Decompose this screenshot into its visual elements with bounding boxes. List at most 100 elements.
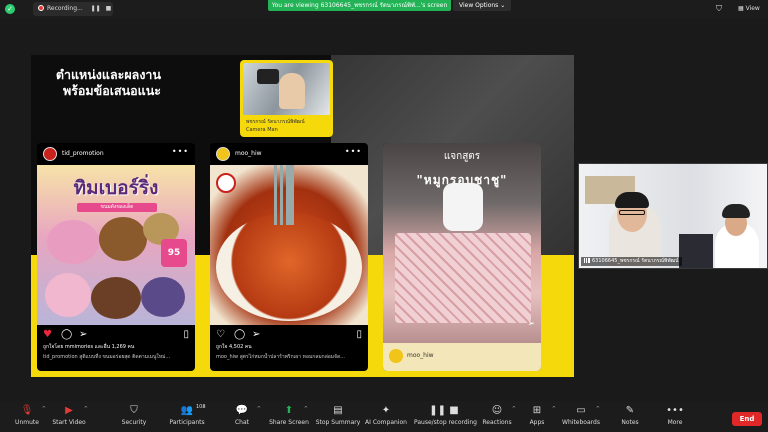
profile-person <box>279 73 305 109</box>
end-meeting-button[interactable]: End <box>732 412 762 426</box>
bookmark-icon: ▯ <box>183 329 189 340</box>
caret-up-icon[interactable]: ^ <box>596 406 600 412</box>
more-button[interactable]: ••• More <box>648 404 702 428</box>
participant-hair <box>722 204 750 218</box>
purple-bun <box>141 277 185 317</box>
encryption-shield-icon[interactable]: ✓ <box>5 4 15 14</box>
share-screen-button[interactable]: ⬆ Share Screen ^ <box>262 404 316 428</box>
toolbar-label: Start Video <box>52 419 86 426</box>
chat-button[interactable]: 💬 Chat ^ <box>215 404 269 428</box>
fork-icon <box>274 165 294 225</box>
post-headline: ทิมเบอร์ริ่ง <box>73 177 159 199</box>
camera-icon <box>257 69 279 84</box>
meeting-toolbar: 🎙 Unmute ^ ▶ Start Video ^ ⛉ Security 👥 … <box>0 401 768 432</box>
recording-label: Recording... <box>47 5 83 12</box>
post-caption: moo_hiw สูตรไก่หมกน้ำปลาร้าพริกเผา หอมกล… <box>216 354 345 360</box>
security-button[interactable]: ⛉ Security <box>107 404 161 428</box>
pork-belly <box>395 233 531 323</box>
pause-recording-icon: ❚❚ ■ <box>429 405 459 416</box>
toolbar-label: Participants <box>169 419 205 426</box>
whiteboards-button[interactable]: ▭ Whiteboards ^ <box>554 404 608 428</box>
signal-bars-icon <box>584 258 590 263</box>
pause-stop-recording-button[interactable]: ❚❚ ■ Pause/stop recording <box>414 404 477 428</box>
caret-up-icon[interactable]: ^ <box>257 406 261 412</box>
stop-summary-button[interactable]: ▤ Stop Summary <box>311 404 365 428</box>
post-username: tid_promotion <box>62 150 104 157</box>
post-image: ทิมเบอร์ริ่ง ขนมดังของเด็ด 95 <box>37 165 195 325</box>
instagram-post-2: moo_hiw ••• ♡ ◯ ➢ ▯ ถูกใจ 4,502 คน moo_h… <box>210 143 368 371</box>
view-options-label: View Options <box>459 2 499 9</box>
post-subheadline: ขนมดังของเด็ด <box>77 203 157 212</box>
top-bar: ✓ Recording... ❚❚ ■ You are viewing 6310… <box>0 0 768 18</box>
toolbar-label: Whiteboards <box>562 419 600 426</box>
pink-bun <box>45 273 91 317</box>
ai-companion-button[interactable]: ✦ AI Companion <box>359 404 413 428</box>
view-options-button[interactable]: View Options ⌄ <box>453 0 511 11</box>
chocolate-bun <box>91 277 141 319</box>
avatar <box>389 349 403 363</box>
caret-up-icon[interactable]: ^ <box>304 406 308 412</box>
post-username: moo_hiw <box>235 150 262 157</box>
participants-button[interactable]: 👥 108 Participants ^ <box>160 404 214 428</box>
participant-hair <box>615 192 649 208</box>
participant-name-label: 63106645_พชรกรณ์ รัตนาภรณ์พิพัฒน์ <box>581 257 682 266</box>
pause-recording-icon[interactable]: ❚❚ <box>91 5 101 12</box>
chevron-down-icon: ⌄ <box>500 2 506 9</box>
post-likes: ถูกใจโดย mmimories และอื่น 1,269 คน <box>43 344 135 350</box>
reel-image: แจกสูตร "หมูกรอบชาชู" ➢ <box>383 143 541 343</box>
send-icon: ➢ <box>79 329 88 340</box>
comment-icon: ◯ <box>234 329 246 340</box>
reel-user-row: moo_hiw <box>383 343 541 371</box>
view-button[interactable]: ▦ View <box>738 3 760 15</box>
profile-name: พชรกรณ์ รัตนาภรณ์พิพัฒน์ <box>246 119 305 125</box>
croissant <box>99 217 147 261</box>
instagram-reel-3: แจกสูตร "หมูกรอบชาชู" ➢ moo_hiw <box>383 143 541 371</box>
recording-indicator: Recording... ❚❚ ■ <box>33 2 113 16</box>
toolbar-label: More <box>667 419 683 426</box>
price-tag: 95 <box>161 239 187 267</box>
heart-outline-icon: ♡ <box>216 329 225 340</box>
heart-icon: ♥ <box>43 329 52 340</box>
toolbar-label: Share Screen <box>269 419 309 426</box>
toolbar-label: Chat <box>234 419 250 426</box>
participant-shield-icon[interactable]: ⛉ <box>716 4 726 14</box>
comment-icon: ◯ <box>61 329 73 340</box>
view-label: View <box>745 5 760 12</box>
zoom-meeting-window: ✓ Recording... ❚❚ ■ You are viewing 6310… <box>0 0 768 432</box>
shield-icon: ⛉ <box>130 405 138 416</box>
instagram-post-1: tid_promotion ••• ทิมเบอร์ริ่ง ขนมดังของ… <box>37 143 195 371</box>
post-actions: ♥ ◯ ➢ ▯ <box>43 329 189 341</box>
food-bowl <box>216 213 362 321</box>
grid-view-icon: ▦ <box>738 5 744 12</box>
post-likes: ถูกใจ 4,502 คน <box>216 344 252 350</box>
start-video-button[interactable]: ▶ Start Video ^ <box>42 404 96 428</box>
send-icon: ➢ <box>527 319 535 329</box>
avatar <box>216 147 230 161</box>
profile-photo <box>243 63 330 115</box>
participant-video-tile[interactable]: 63106645_พชรกรณ์ รัตนาภรณ์พิพัฒน์ <box>578 163 768 269</box>
post-header: tid_promotion ••• <box>37 143 195 165</box>
toolbar-label: Pause/stop recording <box>414 419 477 426</box>
reel-username: moo_hiw <box>407 352 434 359</box>
pink-bun <box>47 220 99 264</box>
slide-title: ตำแหน่งและผลงาน พร้อมข้อเสนอแนะ <box>55 67 161 98</box>
caret-up-icon[interactable]: ^ <box>84 406 88 412</box>
ai-sparkle-icon: ✦ <box>381 405 391 416</box>
chair <box>679 234 713 268</box>
more-icon: ••• <box>666 405 684 416</box>
post-image <box>210 165 368 325</box>
post-actions: ♡ ◯ ➢ ▯ <box>216 329 362 341</box>
profile-card: พชรกรณ์ รัตนาภรณ์พิพัฒน์ Camera Man <box>240 60 333 137</box>
summary-icon: ▤ <box>333 405 343 416</box>
brand-logo <box>216 173 236 193</box>
viewing-banner: You are viewing 63106645_พชรกรณ์ รัตนาภร… <box>268 0 451 11</box>
caret-up-icon[interactable]: ^ <box>202 406 206 412</box>
shared-screen-slide: ตำแหน่งและผลงาน พร้อมข้อเสนอแนะ พชรกรณ์ … <box>31 55 574 377</box>
glasses <box>619 210 645 215</box>
stop-recording-icon[interactable]: ■ <box>106 5 112 12</box>
toolbar-label: AI Companion <box>365 419 407 426</box>
send-icon: ➢ <box>252 329 261 340</box>
more-dots-icon: ••• <box>344 147 362 156</box>
post-caption: tid_promotion สูติแบบที่ง ขนมอร่อยสุด ติ… <box>43 354 171 360</box>
toolbar-label: Stop Summary <box>315 419 361 426</box>
